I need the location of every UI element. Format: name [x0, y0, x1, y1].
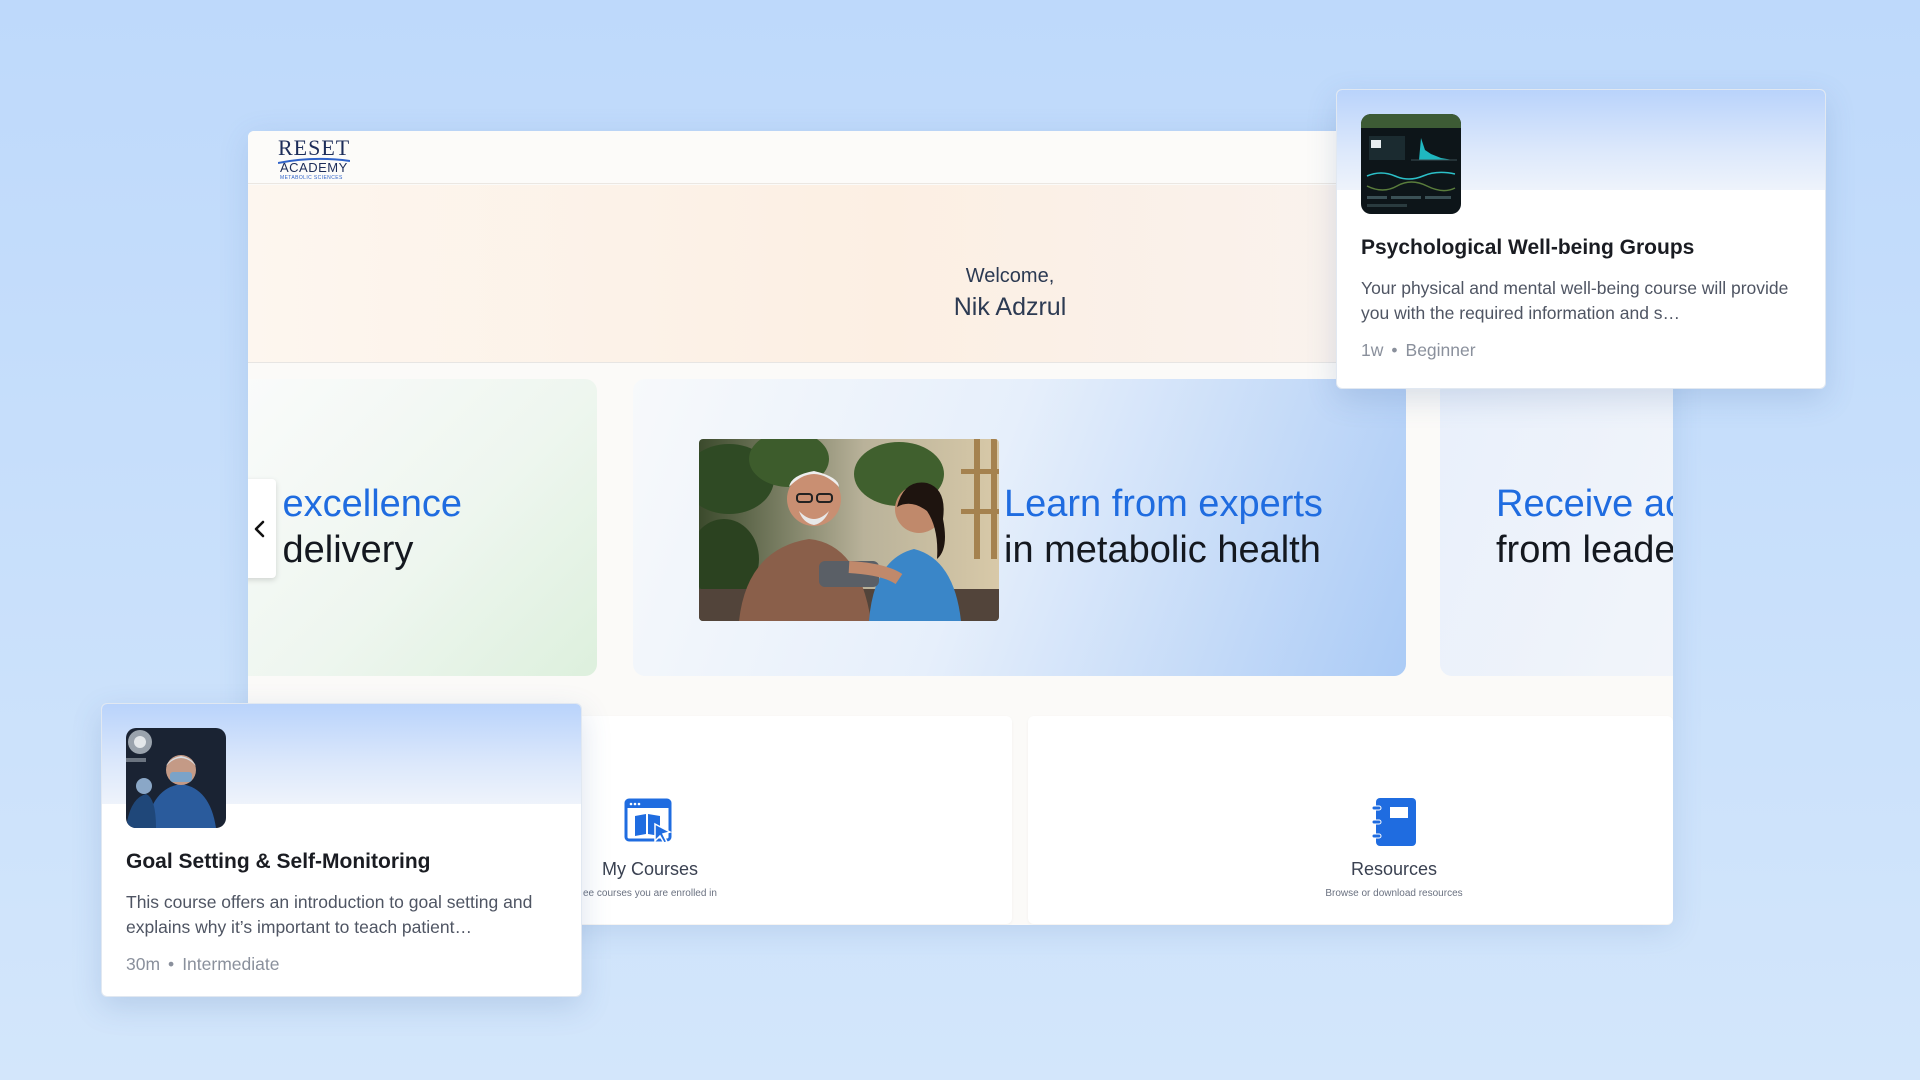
slide-headline: Learn from experts [1004, 483, 1323, 525]
logo-sub: ACADEMY [280, 160, 348, 175]
course-meta: 1w • Beginner [1361, 340, 1476, 361]
carousel-slide[interactable]: rsue excellence care delivery [248, 379, 597, 676]
course-browser-icon [624, 798, 672, 844]
course-duration: 1w [1361, 340, 1384, 360]
carousel-slide-active[interactable]: Learn from experts in metabolic health [633, 379, 1406, 676]
dashboard-thumbnail [1361, 114, 1461, 214]
resources-card[interactable]: Resources Browse or download resources [1028, 716, 1673, 924]
logo-tagline: METABOLIC SCIENCES [280, 175, 343, 181]
course-title: Psychological Well-being Groups [1361, 236, 1695, 259]
course-duration: 30m [126, 954, 161, 974]
notebook-icon [1371, 798, 1416, 846]
meta-separator: • [168, 954, 175, 974]
slide-subheadline: from leade [1496, 529, 1673, 571]
course-card-goal-setting[interactable]: Goal Setting & Self-Monitoring This cour… [101, 703, 582, 997]
course-card-psychological-wellbeing[interactable]: Psychological Well-being Groups Your phy… [1336, 89, 1826, 389]
slide-headline: Receive ac [1496, 483, 1673, 525]
reset-academy-logo[interactable]: RESET ACADEMY METABOLIC SCIENCES [278, 135, 358, 181]
surgeon-thumbnail [126, 728, 226, 828]
course-meta: 30m • Intermediate [126, 954, 279, 975]
nav-card-title: Resources [1350, 859, 1438, 879]
course-description: Your physical and mental well-being cour… [1361, 278, 1789, 323]
nav-card-subtitle: Browse or download resources [1325, 888, 1463, 899]
course-description: This course offers an introduction to go… [126, 892, 533, 937]
course-level: Beginner [1405, 340, 1476, 360]
course-title: Goal Setting & Self-Monitoring [126, 850, 431, 873]
chevron-left-icon [254, 520, 265, 537]
meta-separator: • [1391, 340, 1398, 360]
slide-subheadline: in metabolic health [1004, 529, 1321, 571]
carousel-prev-button[interactable] [248, 479, 276, 578]
carousel-slide[interactable]: Receive ac from leade [1440, 379, 1673, 676]
nurse-patient-photo [699, 439, 999, 621]
course-level: Intermediate [182, 954, 280, 974]
slide-headline: rsue excellence [248, 483, 463, 525]
